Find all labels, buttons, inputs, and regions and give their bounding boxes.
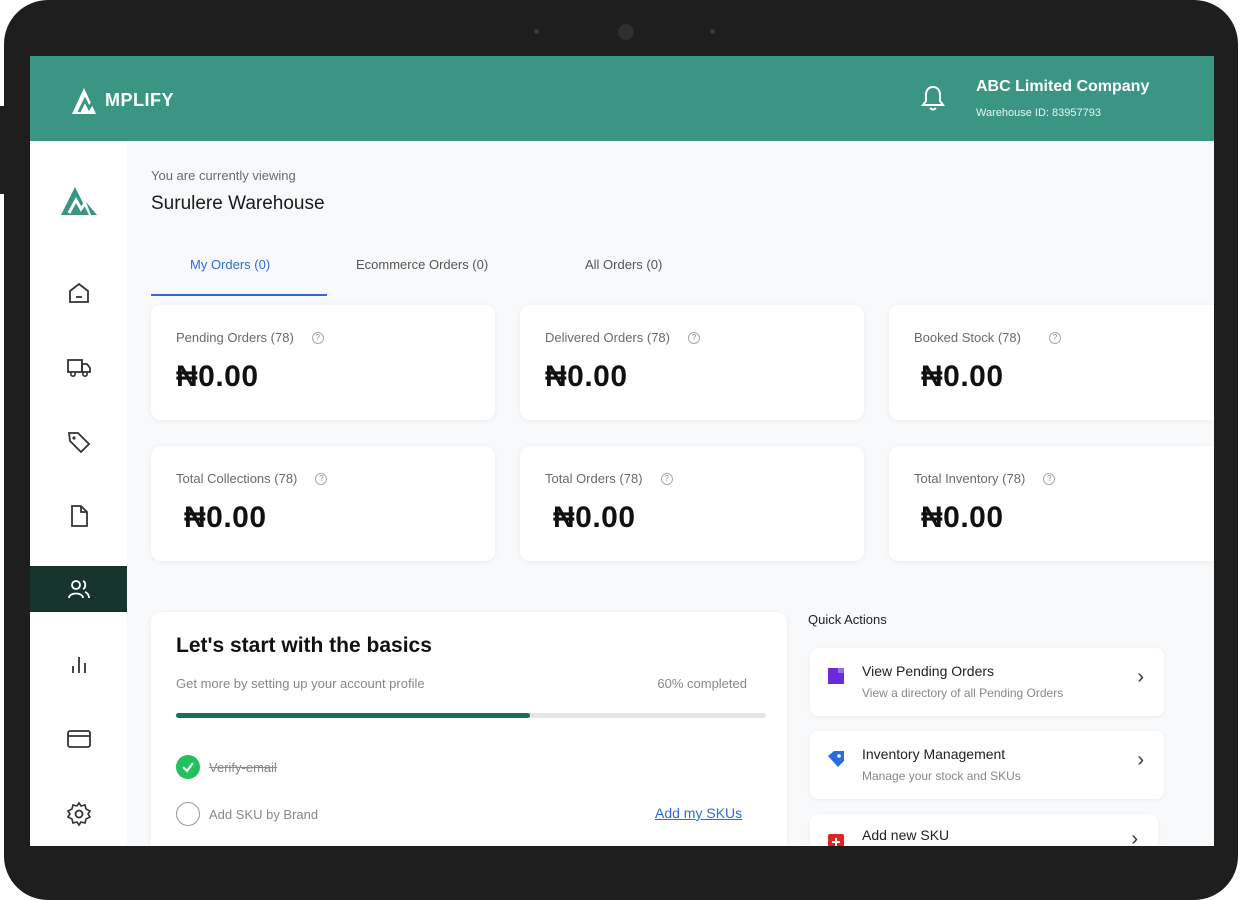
- sidebar-item-tags[interactable]: [30, 419, 127, 465]
- sidebar-item-home[interactable]: [30, 270, 127, 316]
- active-tab-indicator: [151, 294, 327, 296]
- quick-actions-title: Quick Actions: [808, 612, 887, 627]
- sensor-dot: [534, 29, 539, 34]
- stat-value: ₦0.00: [921, 360, 1004, 393]
- gear-icon: [66, 801, 91, 827]
- quick-action-title: View Pending Orders: [862, 663, 995, 679]
- stat-card-pending-orders[interactable]: Pending Orders (78)? ₦0.00: [151, 305, 495, 420]
- info-icon[interactable]: ?: [688, 331, 700, 344]
- stat-card-booked-stock[interactable]: Booked Stock (78)? ₦0.00: [889, 305, 1214, 420]
- progress-bar: [176, 713, 766, 718]
- document-purple-icon: [828, 668, 844, 684]
- onboarding-card: Let's start with the basics Get more by …: [151, 612, 787, 846]
- check-icon: [176, 755, 200, 779]
- stat-card-total-collections[interactable]: Total Collections (78)? ₦0.00: [151, 446, 495, 561]
- quick-action-add-sku[interactable]: Add new SKU ›: [810, 814, 1158, 846]
- file-icon: [70, 505, 88, 527]
- warehouse-id: Warehouse ID: 83957793: [976, 107, 1101, 119]
- home-icon: [68, 282, 89, 303]
- stat-value: ₦0.00: [553, 501, 636, 534]
- quick-action-pending-orders[interactable]: View Pending Orders View a directory of …: [810, 648, 1164, 716]
- sensor-dot: [710, 29, 715, 34]
- quick-action-title: Inventory Management: [862, 746, 1006, 762]
- chevron-right-icon: ›: [1137, 749, 1144, 771]
- brand-name: MPLIFY: [105, 89, 174, 110]
- tab-my-orders[interactable]: My Orders (0): [190, 257, 270, 272]
- sidebar-item-payments[interactable]: [30, 716, 127, 762]
- app-screen: MPLIFY ABC Limited Company Warehouse ID:…: [30, 56, 1214, 846]
- task-verify-email[interactable]: Verify-email: [176, 755, 277, 779]
- stat-card-total-orders[interactable]: Total Orders (78)? ₦0.00: [520, 446, 864, 561]
- quick-action-inventory[interactable]: Inventory Management Manage your stock a…: [810, 731, 1164, 799]
- stat-card-delivered-orders[interactable]: Delivered Orders (78)? ₦0.00: [520, 305, 864, 420]
- sidebar-item-settings[interactable]: [30, 791, 127, 837]
- info-icon[interactable]: ?: [1043, 472, 1056, 485]
- stat-value: ₦0.00: [176, 360, 259, 393]
- task-label: Add SKU by Brand: [209, 806, 319, 822]
- quick-action-subtitle: Manage your stock and SKUs: [862, 769, 1021, 783]
- bell-icon[interactable]: [920, 83, 946, 113]
- info-icon[interactable]: ?: [660, 472, 673, 485]
- brand-logo[interactable]: MPLIFY: [70, 84, 174, 116]
- sidebar-logo-icon[interactable]: [59, 183, 99, 217]
- sidebar-item-deliveries[interactable]: [30, 344, 127, 390]
- stat-label: Total Collections (78): [176, 471, 298, 486]
- bar-chart-icon: [71, 657, 86, 673]
- info-icon[interactable]: ?: [311, 331, 324, 344]
- stat-value: ₦0.00: [184, 501, 267, 534]
- top-bar: MPLIFY ABC Limited Company Warehouse ID:…: [30, 56, 1214, 141]
- card-icon: [66, 730, 91, 748]
- stat-label: Total Inventory (78): [914, 471, 1026, 486]
- sidebar-item-documents[interactable]: [30, 493, 127, 539]
- task-label: Verify-email: [209, 759, 277, 775]
- chevron-right-icon: ›: [1131, 828, 1138, 846]
- stat-label: Pending Orders (78): [176, 330, 294, 345]
- tag-icon: [67, 432, 90, 454]
- stat-label: Delivered Orders (78): [545, 330, 670, 345]
- warehouse-name: Surulere Warehouse: [151, 193, 325, 214]
- onboarding-title: Let's start with the basics: [176, 634, 432, 657]
- truck-icon: [66, 359, 91, 377]
- logo-mark-icon: [72, 88, 96, 114]
- company-name[interactable]: ABC Limited Company: [976, 78, 1149, 96]
- progress-label: 60% completed: [657, 676, 747, 691]
- stat-label: Booked Stock (78): [914, 330, 1021, 345]
- progress-fill: [176, 713, 530, 718]
- task-add-sku[interactable]: Add SKU by Brand: [176, 802, 318, 826]
- tab-ecommerce-orders[interactable]: Ecommerce Orders (0): [356, 257, 488, 272]
- quick-action-subtitle: View a directory of all Pending Orders: [862, 686, 1064, 700]
- stat-label: Total Orders (78): [545, 471, 643, 486]
- camera: [618, 24, 634, 40]
- stat-value: ₦0.00: [545, 360, 628, 393]
- sidebar-item-analytics[interactable]: [30, 641, 127, 687]
- chevron-right-icon: ›: [1137, 666, 1144, 688]
- sidebar: [30, 141, 127, 846]
- side-button: [0, 106, 4, 194]
- add-skus-link[interactable]: Add my SKUs: [655, 805, 742, 821]
- info-icon[interactable]: ?: [1048, 331, 1061, 344]
- viewing-label: You are currently viewing: [151, 168, 296, 183]
- users-icon: [67, 580, 90, 599]
- stat-card-total-inventory[interactable]: Total Inventory (78)? ₦0.00: [889, 446, 1214, 561]
- stat-value: ₦0.00: [921, 501, 1004, 534]
- info-icon[interactable]: ?: [315, 472, 328, 485]
- tag-blue-icon: [828, 751, 844, 767]
- onboarding-subtitle: Get more by setting up your account prof…: [176, 676, 425, 691]
- plus-red-icon: [828, 834, 844, 846]
- sidebar-item-users[interactable]: [30, 566, 127, 612]
- tab-all-orders[interactable]: All Orders (0): [585, 257, 662, 272]
- quick-action-title: Add new SKU: [862, 827, 950, 843]
- empty-circle-icon: [176, 802, 200, 826]
